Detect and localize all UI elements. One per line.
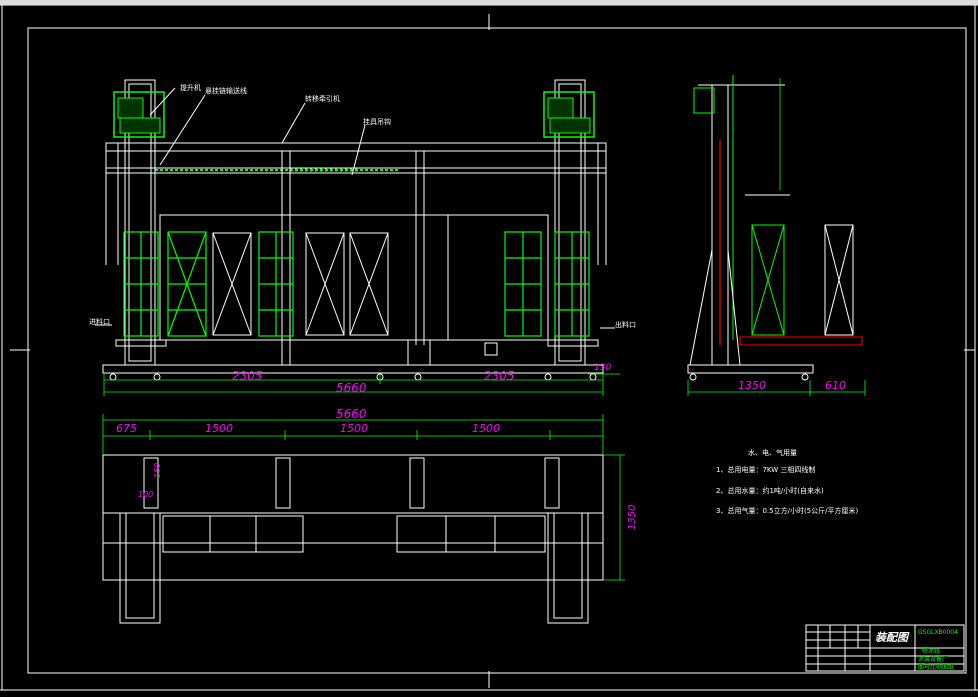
- dim-plan-d2: 100: [138, 490, 153, 499]
- callout-outlet: 出料口: [615, 320, 636, 329]
- dim-plan-seg3: 1500: [340, 422, 368, 435]
- notes-heading: 水、电、气用量: [748, 448, 797, 457]
- dim-plan-d1: 150: [153, 463, 162, 478]
- note-1: 1、总用电量：7KW 三相四线制: [716, 465, 815, 474]
- dim-front-right-span: 2305: [484, 369, 515, 383]
- assembly-drawing: 提升机 悬挂链输送线 转移牵引机 挂具吊钩 进料口 出料口 2305 2305 …: [0, 0, 978, 691]
- dim-side-frame: 610: [825, 379, 846, 392]
- dim-plan-seg1: 675: [116, 422, 137, 435]
- callout-inlet: 进料口: [89, 317, 110, 326]
- dim-plan-seg2: 1500: [205, 422, 233, 435]
- note-2: 2、总用水量：约1吨/小时(自来水): [716, 486, 824, 495]
- note-3: 3、总用气量：0.5立方/小时(5公斤/平方厘米): [716, 506, 858, 515]
- title-code: GSGLXB0004: [918, 629, 958, 636]
- callout-chain-conveyor: 悬挂链输送线: [205, 86, 247, 95]
- notes-block: 水、电、气用量 1、总用电量：7KW 三相四线制 2、总用水量：约1吨/小时(自…: [716, 448, 858, 515]
- dim-side-base: 1350: [738, 379, 766, 392]
- callout-hanger: 挂具吊钩: [363, 117, 391, 126]
- title-row3: 图号比例图纸: [918, 663, 954, 671]
- side-view: 1350 610: [687, 75, 866, 396]
- callout-elevator: 提升机: [180, 83, 201, 92]
- title-row2: 涂装设备厂: [918, 655, 948, 663]
- plan-view: 5660 675 1500 1500 1500 1350 150 100: [102, 407, 638, 624]
- dim-plan-total: 5660: [336, 407, 367, 421]
- dim-front-end: 130: [594, 363, 611, 373]
- title-row1: 喷涂线: [922, 647, 940, 655]
- dim-front-left-span: 2305: [232, 369, 263, 383]
- dim-front-total: 5660: [336, 381, 367, 395]
- title-drawing-name: 装配图: [875, 631, 910, 644]
- front-view: 提升机 悬挂链输送线 转移牵引机 挂具吊钩 进料口 出料口 2305 2305 …: [89, 79, 636, 396]
- dim-plan-seg4: 1500: [472, 422, 500, 435]
- callout-transfer: 转移牵引机: [305, 94, 340, 103]
- title-block: 装配图 GSGLXB0004 喷涂线 涂装设备厂 图号比例图纸: [805, 624, 965, 672]
- dim-plan-depth: 1350: [627, 505, 638, 530]
- cad-viewport[interactable]: 提升机 悬挂链输送线 转移牵引机 挂具吊钩 进料口 出料口 2305 2305 …: [0, 0, 978, 697]
